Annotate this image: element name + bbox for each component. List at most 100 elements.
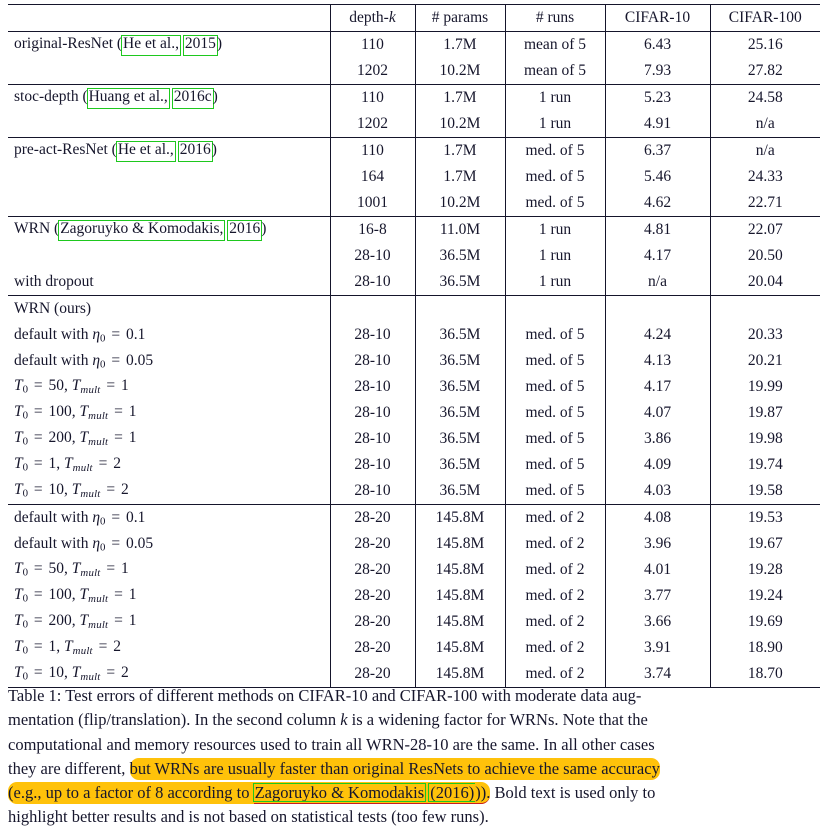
method-blank [8, 58, 330, 85]
table-row: 164 1.7M med. of 5 5.46 24.33 [8, 164, 820, 190]
citation-link-he-2016-year[interactable]: 2016 [177, 141, 213, 162]
Tmult-value: 1 [128, 403, 137, 421]
method-default-eta-0-1: default with η0 = 0.1 [8, 322, 330, 348]
T-symbol: T [14, 586, 23, 604]
cell-depth: 28-20 [329, 557, 415, 583]
cell-cifar10: 7.93 [604, 58, 710, 85]
cell-params: 145.8M [414, 504, 505, 531]
Tmult-subscript: mult [72, 645, 93, 658]
T0-value: 10 [48, 664, 65, 682]
table-row: WRN (Zagoruyko & Komodakis, 2016) 16-8 1… [8, 216, 820, 243]
T0-value: 200 [48, 429, 72, 447]
cell-cifar10: 6.37 [604, 137, 710, 164]
cell-cifar10: 4.08 [604, 504, 710, 531]
paren-close: ) [216, 35, 223, 53]
cell-params: 145.8M [414, 583, 505, 609]
method-label: stoc-depth ( [14, 88, 88, 106]
header-method [8, 4, 330, 32]
citation-link-zk-year[interactable]: 2016 [227, 220, 263, 241]
method-label: original-ResNet ( [14, 35, 123, 53]
cell-cifar10: 4.91 [604, 111, 710, 138]
k-symbol: k [340, 710, 348, 730]
cell-runs: med. of 5 [504, 137, 605, 164]
caption-line-4: they are different, but WRNs are usually… [8, 757, 820, 781]
table-row: stoc-depth (Huang et al., 2016c) 110 1.7… [8, 84, 820, 111]
table-row: T0 = 100, Tmult = 1 28-20 145.8M med. of… [8, 583, 820, 609]
Tmult-value: 1 [121, 377, 129, 395]
cell-runs: med. of 5 [504, 400, 605, 426]
citation-link-he-2015-year[interactable]: 2015 [182, 35, 218, 56]
equals-sign: = [106, 560, 116, 578]
cell-cifar100: 19.69 [709, 609, 820, 635]
citation-link-zk-caption-author[interactable]: Zagoruyko & Komodakis [252, 782, 427, 803]
results-table: depth-k # params # runs CIFAR-10 CIFAR-1… [8, 4, 820, 688]
method-blank [8, 111, 330, 138]
T-symbol: T [79, 403, 89, 421]
cell-runs: med. of 2 [504, 504, 605, 531]
comma: , [71, 612, 76, 630]
comma: , [64, 664, 68, 682]
T0-value: 50 [48, 560, 65, 578]
Tmult-subscript: mult [72, 462, 93, 475]
cell-cifar10: 4.01 [604, 557, 710, 583]
table-row: 28-10 36.5M 1 run 4.17 20.50 [8, 243, 820, 269]
Tmult-value: 1 [121, 560, 129, 578]
cell-cifar100: 19.74 [709, 452, 820, 478]
equals-sign: = [111, 325, 121, 343]
equals-sign: = [114, 612, 123, 630]
cell-cifar100: n/a [709, 111, 820, 138]
citation-link-zk-author[interactable]: Zagoruyko & Komodakis, [58, 220, 226, 241]
cell-cifar100: 19.28 [709, 557, 820, 583]
eta-subscript: 0 [100, 541, 106, 554]
cell-params: 145.8M [414, 557, 505, 583]
citation-link-he-2015-author[interactable]: He et al., [121, 35, 181, 56]
eta-symbol: η [92, 508, 101, 526]
citation-link-huang-author[interactable]: Huang et al., [86, 88, 170, 109]
citation-link-huang-year[interactable]: 2016c [171, 88, 214, 109]
equals-sign: = [33, 429, 43, 447]
cell-depth: 110 [329, 84, 415, 111]
equals-sign: = [33, 612, 43, 630]
cell-runs: 1 run [504, 216, 605, 243]
T-symbol: T [14, 403, 23, 421]
cell-cifar100: 24.58 [709, 84, 820, 111]
Tmult-subscript: mult [80, 488, 101, 501]
T-subscript: 0 [22, 671, 29, 684]
eta-subscript: 0 [100, 358, 106, 371]
Tmult-value: 2 [113, 455, 122, 473]
method-t0-1-tmult-2: T0 = 1, Tmult = 2 [8, 452, 330, 478]
equals-sign: = [33, 377, 43, 395]
cell-depth: 28-10 [329, 348, 415, 374]
cell-depth: 1202 [329, 111, 415, 138]
cell-cifar100: n/a [709, 137, 820, 164]
comma: , [71, 586, 76, 604]
cell-cifar100: 19.53 [709, 504, 820, 531]
equals-sign: = [106, 664, 116, 682]
cell-cifar100: 19.99 [709, 374, 820, 400]
caption-line-6: highlight better results and is not base… [8, 807, 489, 827]
equals-sign: = [98, 638, 108, 656]
method-with-dropout: with dropout [14, 273, 94, 290]
T-subscript: 0 [22, 384, 29, 397]
table-row: WRN (ours) [8, 295, 820, 322]
cell-cifar100: 22.07 [709, 216, 820, 243]
T-symbol: T [64, 455, 73, 473]
caption-line-3: computational and memory resources used … [8, 734, 655, 754]
comma: , [56, 638, 61, 656]
Tmult-subscript: mult [88, 619, 109, 632]
citation-link-he-2016-author[interactable]: He et al., [115, 141, 176, 162]
cell-cifar100: 27.82 [709, 58, 820, 85]
cell-cifar100: 19.87 [709, 400, 820, 426]
paren-close: ) [212, 88, 218, 106]
comma: , [64, 560, 68, 578]
equals-sign: = [33, 586, 43, 604]
cell-params: 10.2M [414, 58, 505, 85]
T-symbol: T [79, 586, 89, 604]
T-subscript: 0 [22, 619, 29, 632]
cell-runs: med. of 2 [504, 583, 605, 609]
caption-line-5: (e.g., up to a factor of 8 according to … [8, 781, 820, 805]
citation-link-zk-caption-year[interactable]: (2016) [428, 782, 477, 803]
Tmult-value: 1 [128, 612, 137, 630]
comma: , [64, 377, 68, 395]
highlight-span-2: (e.g., up to a factor of 8 according to [8, 782, 250, 804]
